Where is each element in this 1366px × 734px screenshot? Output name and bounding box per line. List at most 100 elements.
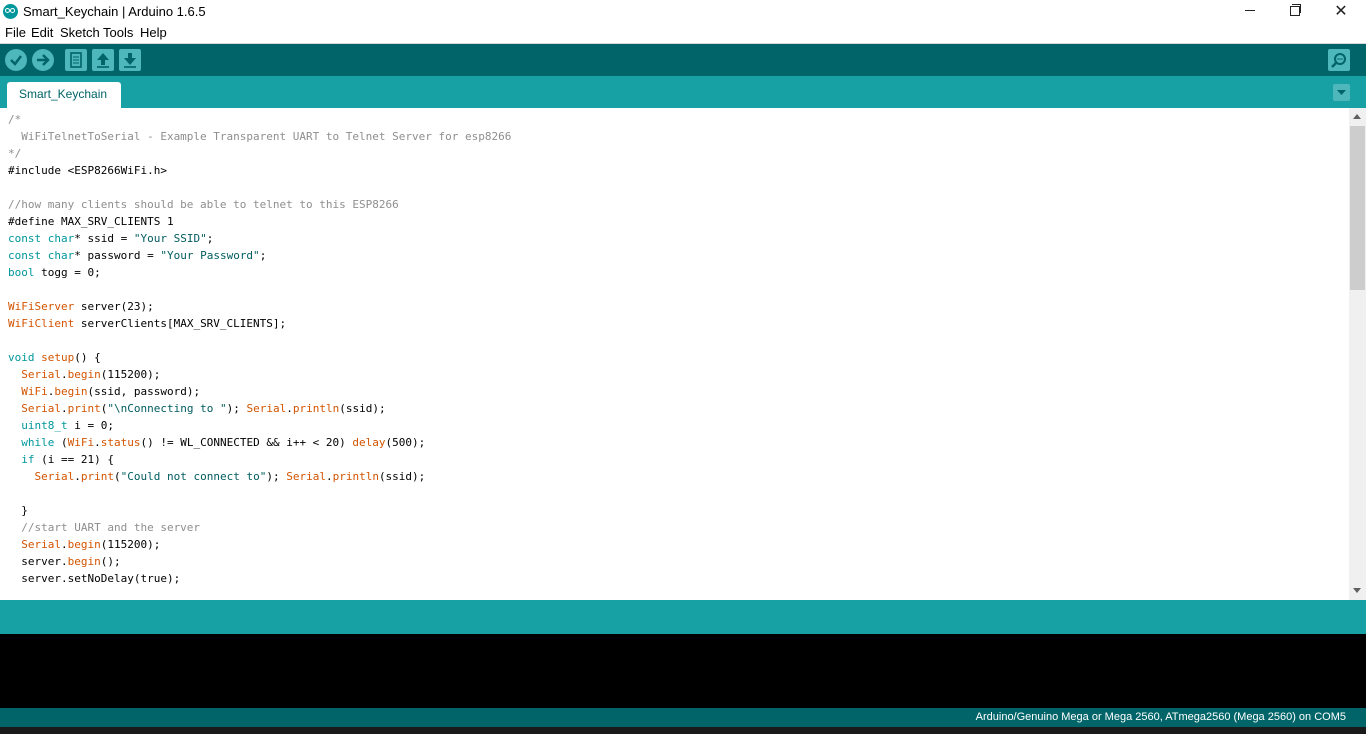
code-editor[interactable]: /* WiFiTelnetToSerial - Example Transpar… [0, 108, 1349, 600]
code-line[interactable]: /* [8, 111, 511, 128]
code-token: */ [8, 147, 22, 160]
code-line[interactable]: if (i == 21) { [8, 451, 511, 468]
code-line[interactable]: Serial.begin(115200); [8, 536, 511, 553]
title-bar: Smart_Keychain | Arduino 1.6.5 ✕ [0, 0, 1366, 23]
code-line[interactable] [8, 179, 511, 196]
code-line[interactable] [8, 485, 511, 502]
code-line[interactable]: #define MAX_SRV_CLIENTS 1 [8, 213, 511, 230]
code-token: . [61, 402, 68, 415]
code-token: begin [54, 385, 88, 398]
code-line[interactable]: const char* password = "Your Password"; [8, 247, 511, 264]
code-token: "Your SSID" [133, 232, 207, 245]
toolbar [0, 44, 1366, 76]
serial-monitor-icon [1331, 53, 1346, 68]
status-bar [0, 600, 1366, 634]
upload-button[interactable] [32, 49, 54, 71]
new-button[interactable] [65, 49, 87, 71]
code-line[interactable]: Serial.begin(115200); [8, 366, 511, 383]
menu-file[interactable]: File [5, 25, 26, 40]
tab-smart-keychain[interactable]: Smart_Keychain [7, 82, 121, 108]
code-token: * password = [74, 249, 161, 262]
code-token: ; [206, 232, 214, 245]
code-token: ( [54, 436, 68, 449]
code-token: (i == 21) { [34, 453, 114, 466]
menu-tools[interactable]: Tools [103, 25, 133, 40]
code-token: } [8, 504, 28, 517]
menu-edit[interactable]: Edit [31, 25, 53, 40]
code-line[interactable] [8, 281, 511, 298]
code-line[interactable]: WiFiTelnetToSerial - Example Transparent… [8, 128, 511, 145]
code-line[interactable]: //start UART and the server [8, 519, 511, 536]
verify-button[interactable] [5, 49, 27, 71]
code-token: const [8, 232, 42, 245]
code-line[interactable]: WiFiServer server(23); [8, 298, 511, 315]
console-output[interactable] [0, 634, 1366, 708]
code-token: ); [226, 402, 247, 415]
code-token: WiFiServer [8, 300, 75, 313]
code-token: uint8_t [21, 419, 68, 432]
verify-icon [10, 55, 22, 66]
code-token: (ssid); [339, 402, 386, 415]
code-token: Serial [21, 538, 61, 551]
serial-monitor-button[interactable] [1328, 49, 1350, 71]
minimize-button[interactable] [1227, 0, 1273, 23]
code-line[interactable]: while (WiFi.status() != WL_CONNECTED && … [8, 434, 511, 451]
board-footer: Arduino/Genuino Mega or Mega 2560, ATmeg… [0, 708, 1366, 727]
code-token: WiFiClient [8, 317, 75, 330]
code-token: //how many clients should be able to tel… [8, 198, 399, 211]
scroll-up-icon[interactable] [1353, 114, 1361, 119]
code-token: const [8, 249, 42, 262]
code-line[interactable]: Serial.print("Could not connect to"); Se… [8, 468, 511, 485]
code-token: Serial [246, 402, 287, 415]
code-line[interactable]: WiFi.begin(ssid, password); [8, 383, 511, 400]
code-line[interactable]: uint8_t i = 0; [8, 417, 511, 434]
scroll-down-icon[interactable] [1353, 588, 1361, 593]
code-token: i = 0; [67, 419, 114, 432]
code-token: void [8, 351, 35, 364]
code-token: "\nConnecting to " [107, 402, 227, 415]
close-button[interactable]: ✕ [1318, 0, 1364, 23]
code-token: . [74, 470, 81, 483]
menu-sketch[interactable]: Sketch [60, 25, 100, 40]
upload-icon [37, 54, 50, 66]
code-line[interactable]: bool togg = 0; [8, 264, 511, 281]
code-line[interactable]: const char* ssid = "Your SSID"; [8, 230, 511, 247]
code-token: println [292, 402, 340, 415]
code-token: (500); [385, 436, 426, 449]
restore-button[interactable] [1272, 0, 1318, 23]
code-line[interactable]: Serial.print("\nConnecting to "); Serial… [8, 400, 511, 417]
code-token: WiFi [21, 385, 48, 398]
code-token: Serial [21, 402, 61, 415]
tab-menu-button[interactable] [1333, 84, 1350, 101]
code-line[interactable]: server.setNoDelay(true); [8, 570, 511, 587]
code-line[interactable]: */ [8, 145, 511, 162]
code-token: begin [67, 368, 101, 381]
code-token: . [61, 368, 68, 381]
code-line[interactable]: //how many clients should be able to tel… [8, 196, 511, 213]
menu-help[interactable]: Help [140, 25, 167, 40]
code-line[interactable]: } [8, 502, 511, 519]
code-line[interactable]: #include <ESP8266WiFi.h> [8, 162, 511, 179]
code-token: Serial [21, 368, 61, 381]
close-icon: ✕ [1334, 1, 1348, 20]
editor-scrollbar[interactable] [1349, 108, 1366, 600]
scroll-thumb[interactable] [1350, 126, 1365, 290]
code-token: "Could not connect to" [120, 470, 267, 483]
open-icon [97, 53, 109, 68]
code-text[interactable]: /* WiFiTelnetToSerial - Example Transpar… [8, 111, 511, 587]
code-line[interactable]: void setup() { [8, 349, 511, 366]
code-line[interactable] [8, 332, 511, 349]
code-line[interactable]: WiFiClient serverClients[MAX_SRV_CLIENTS… [8, 315, 511, 332]
open-button[interactable] [92, 49, 114, 71]
save-button[interactable] [119, 49, 141, 71]
menu-bar: File Edit Sketch Tools Help [0, 23, 1366, 44]
code-token: . [325, 470, 333, 483]
code-line[interactable]: server.begin(); [8, 553, 511, 570]
